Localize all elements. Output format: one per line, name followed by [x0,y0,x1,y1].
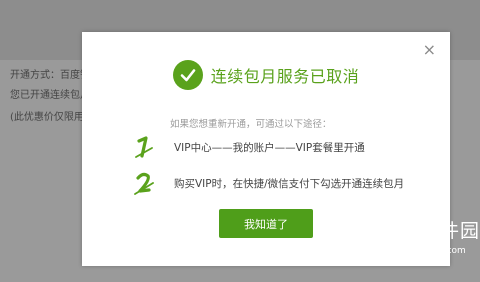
check-icon [172,60,203,90]
step-1-text: VIP中心——我的账户——VIP套餐里开通 [174,141,365,154]
step-number-1-icon [135,136,153,158]
step-2: 购买VIP时，在快捷/微信支付下勾选开通连续包月 [134,171,404,195]
payment-method-text: 开通方式：百度钱 [10,70,90,81]
dialog-header: 连续包月服务已取消 [82,60,450,90]
subscription-status-text: 您已开通连续包月 [10,90,90,101]
step-2-text: 购买VIP时，在快捷/微信支付下勾选开通连续包月 [174,177,405,190]
dialog-title: 连续包月服务已取消 [210,67,360,86]
step-number-2-icon [134,172,154,195]
watermark: 当下软件园 www.downxia.com [338,216,480,282]
watermark-logo-icon [339,217,375,253]
close-icon[interactable]: × [423,42,436,58]
confirm-button[interactable]: 我知道了 [219,209,313,238]
step-1: VIP中心——我的账户——VIP套餐里开通 [134,135,365,159]
dialog-hint: 如果您想重新开通，可通过以下途径： [170,119,332,130]
watermark-url: www.downxia.com [382,246,466,256]
watermark-title: 当下软件园 [380,220,480,242]
